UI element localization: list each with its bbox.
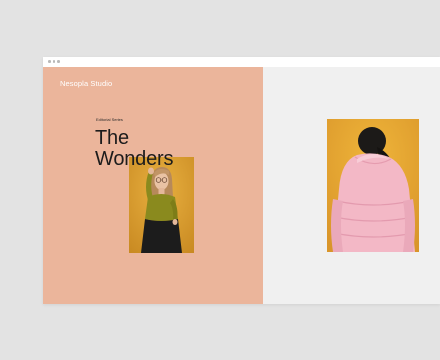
series-label: Editorial Series (96, 117, 123, 122)
puffer-jacket-photo-graphic (327, 119, 419, 252)
title-line-1: The (95, 127, 129, 149)
page-title: The Wonders (95, 128, 173, 170)
title-line-2: Wonders (95, 148, 174, 170)
portrait-photo-graphic (129, 157, 194, 253)
browser-window: Nesopla Studio Editorial Series The Wond… (43, 57, 440, 304)
window-dot-icon[interactable] (52, 60, 55, 63)
window-dot-icon[interactable] (57, 60, 60, 63)
window-dot-icon[interactable] (48, 60, 51, 63)
page-content: Nesopla Studio Editorial Series The Wond… (43, 67, 440, 304)
brand-logo[interactable]: Nesopla Studio (60, 79, 112, 88)
portrait-photo[interactable] (129, 157, 194, 253)
window-controls (48, 60, 60, 63)
puffer-jacket-photo[interactable] (327, 119, 419, 252)
